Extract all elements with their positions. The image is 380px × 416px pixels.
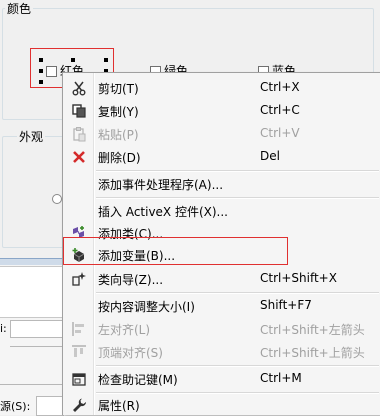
check-mnemonics-icon [71, 371, 87, 387]
align-left-icon [71, 321, 87, 337]
menu-item-shortcut: Ctrl+Shift+左箭头 [260, 323, 365, 337]
red-checkbox[interactable] [46, 66, 57, 77]
resize-handle[interactable] [39, 80, 43, 84]
menu-item-copy[interactable]: 复制(Y) Ctrl+C [63, 100, 379, 121]
menu-item-shortcut: Ctrl+Shift+X [260, 271, 337, 285]
menu-item-delete[interactable]: 删除(D) Del [63, 146, 379, 167]
source-field-label: 源(S): [0, 400, 31, 413]
menu-item-label: 复制(Y) [98, 105, 139, 119]
annotation-highlight-box [63, 237, 288, 265]
menu-item-label: 粘贴(P) [98, 128, 139, 142]
menu-item-shortcut: Ctrl+Shift+上箭头 [260, 346, 365, 360]
menu-item-class-wizard[interactable]: 类向导(Z)... Ctrl+Shift+X [63, 268, 379, 289]
lower-panel [0, 266, 63, 318]
menu-item-size-to-content[interactable]: 按内容调整大小(I) Shift+F7 [63, 295, 379, 316]
wrench-icon [71, 397, 87, 413]
copy-icon [71, 103, 87, 119]
divider-line [0, 384, 62, 385]
menu-item-align-left[interactable]: 左对齐(L) Ctrl+Shift+左箭头 [63, 318, 379, 339]
menu-separator [96, 392, 379, 394]
panel-divider [0, 258, 70, 265]
menu-item-label: 剪切(T) [98, 82, 139, 96]
slider-track[interactable] [10, 346, 62, 347]
scissors-icon [71, 80, 87, 96]
menu-item-shortcut: Shift+F7 [260, 298, 312, 312]
menu-item-label: 属性(R) [98, 399, 140, 413]
menu-item-label: 检查助记键(M) [98, 373, 178, 387]
delete-icon [71, 149, 87, 165]
radio-button[interactable] [52, 194, 62, 204]
menu-item-label: 左对齐(L) [98, 323, 151, 337]
context-menu: 剪切(T) Ctrl+X 复制(Y) Ctrl+C 粘贴(P) Ctrl+V 删… [62, 72, 380, 415]
lower-field-input[interactable] [10, 320, 64, 338]
appearance-group-title: 外观 [17, 128, 46, 145]
menu-item-cut[interactable]: 剪切(T) Ctrl+X [63, 77, 379, 98]
menu-item-label: 插入 ActiveX 控件(X)... [98, 205, 228, 219]
menu-item-properties[interactable]: 属性(R) [63, 394, 379, 415]
menu-separator [96, 365, 379, 367]
menu-item-insert-activex[interactable]: 插入 ActiveX 控件(X)... [63, 200, 379, 221]
align-top-icon [71, 344, 87, 360]
resize-handle[interactable] [39, 69, 43, 73]
menu-item-shortcut: Ctrl+X [260, 80, 300, 94]
menu-separator [96, 197, 379, 199]
menu-item-shortcut: Ctrl+V [260, 126, 300, 140]
resize-handle[interactable] [39, 58, 43, 62]
menu-item-label: 类向导(Z)... [98, 273, 164, 287]
menu-item-shortcut: Del [260, 149, 280, 163]
menu-item-paste[interactable]: 粘贴(P) Ctrl+V [63, 123, 379, 144]
menu-item-label: 顶端对齐(S) [98, 346, 163, 360]
color-group-title: 颜色 [5, 0, 34, 17]
menu-item-label: 删除(D) [98, 151, 141, 165]
menu-item-label: 添加事件处理程序(A)... [98, 178, 224, 192]
menu-item-align-top[interactable]: 顶端对齐(S) Ctrl+Shift+上箭头 [63, 341, 379, 362]
menu-item-label: 按内容调整大小(I) [98, 300, 195, 314]
source-field-input[interactable] [36, 396, 64, 416]
resize-handle[interactable] [104, 58, 108, 62]
menu-item-check-mnemonics[interactable]: 检查助记键(M) Ctrl+M [63, 368, 379, 389]
lower-field-label: i: [0, 322, 7, 335]
menu-item-add-event-handler[interactable]: 添加事件处理程序(A)... [63, 173, 379, 194]
menu-item-shortcut: Ctrl+M [260, 371, 302, 385]
menu-item-shortcut: Ctrl+C [260, 103, 300, 117]
menu-separator [96, 170, 379, 172]
class-wizard-icon [71, 271, 87, 287]
menu-separator [96, 292, 379, 294]
paste-icon [71, 126, 87, 142]
